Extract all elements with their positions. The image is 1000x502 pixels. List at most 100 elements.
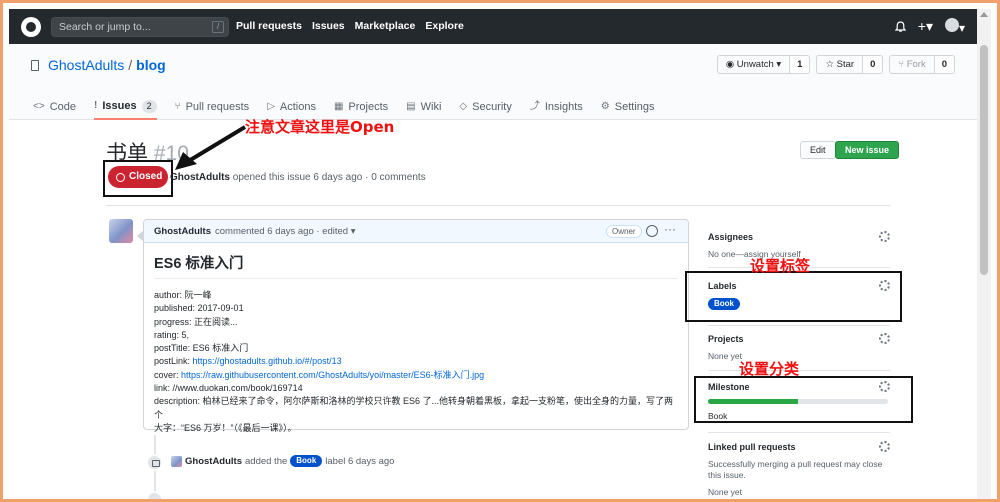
tab-wiki-label: Wiki xyxy=(420,101,442,113)
timeline-next-badge xyxy=(146,491,163,499)
line-cover: cover: https://raw.githubusercontent.com… xyxy=(154,369,678,382)
fork-label[interactable]: ⑂ Fork xyxy=(889,55,935,74)
line-link: link: //www.duokan.com/book/169714 xyxy=(154,383,303,394)
tab-insights[interactable]: ⤴ Insights xyxy=(530,94,583,120)
new-issue-button[interactable]: New issue xyxy=(835,141,900,159)
gear-icon: ⚙ xyxy=(600,101,610,112)
line-description-cont: 大字：“ES6 万岁！”（《最后一课》）。 xyxy=(154,422,297,433)
nav-marketplace[interactable]: Marketplace xyxy=(355,9,416,44)
event-actor-link[interactable]: GhostAdults xyxy=(185,456,242,467)
header-actions: +▾ ▾ xyxy=(894,9,965,44)
comment-lines: author: 阮一峰 published: 2017-09-01 progre… xyxy=(154,289,678,435)
nav-pull-requests[interactable]: Pull requests xyxy=(236,9,302,44)
tab-settings[interactable]: ⚙ Settings xyxy=(601,94,655,120)
comment-body: ES6 标准入门 author: 阮一峰 published: 2017-09-… xyxy=(144,243,688,444)
line-post-link: postLink: https://ghostadults.github.io/… xyxy=(154,355,678,368)
git-pull-request-icon: ⑂ xyxy=(174,101,181,112)
issue-meta-text: opened this issue 6 days ago · 0 comment… xyxy=(232,172,426,183)
github-logo-icon[interactable] xyxy=(21,17,41,37)
watch-label[interactable]: ◉ Unwatch ▾ xyxy=(716,55,791,74)
sidebar-divider xyxy=(708,325,890,326)
line-published: published: 2017-09-01 xyxy=(154,303,244,314)
tag-icon xyxy=(146,454,163,471)
repo-icon xyxy=(31,59,39,71)
scroll-up-icon[interactable] xyxy=(980,12,988,17)
tab-pull-requests-label: Pull requests xyxy=(185,101,250,113)
graph-icon: ⤴ xyxy=(529,101,540,112)
issue-opened-icon: ! xyxy=(93,100,98,111)
event-label-pill[interactable]: Book xyxy=(290,455,323,467)
cover-url[interactable]: https://raw.githubusercontent.com/GhostA… xyxy=(181,370,484,380)
tab-insights-label: Insights xyxy=(544,101,583,113)
event-actor-avatar[interactable] xyxy=(171,456,182,467)
sidebar-linked-prs: Linked pull requests Successfully mergin… xyxy=(708,441,890,498)
star-label[interactable]: ☆ Star xyxy=(816,55,864,74)
issue-comment: GhostAdults commented 6 days ago · edite… xyxy=(137,219,689,433)
tab-code[interactable]: <> Code xyxy=(33,94,76,120)
github-header: Search or jump to... / Pull requests Iss… xyxy=(9,9,977,44)
repo-name-link[interactable]: blog xyxy=(136,57,166,73)
shield-icon: ◇ xyxy=(459,101,468,112)
tab-issues[interactable]: ! Issues 2 xyxy=(93,94,157,120)
line-post-title: postTitle: ES6 标准入门 xyxy=(154,343,249,354)
repo-actions: ◉ Unwatch ▾ 1 ☆ Star 0 ⑂ Fork 0 xyxy=(716,55,955,74)
tab-security[interactable]: ◇ Security xyxy=(459,94,511,120)
tab-actions-label: Actions xyxy=(279,101,316,113)
owner-badge: Owner xyxy=(606,225,642,238)
play-icon: ▷ xyxy=(267,101,275,112)
search-input[interactable]: Search or jump to... / xyxy=(51,17,229,37)
nav-issues[interactable]: Issues xyxy=(312,9,345,44)
milestone-highlight-box xyxy=(694,376,913,423)
header-divider xyxy=(106,205,890,206)
annotation-arrow-icon xyxy=(175,125,247,170)
fork-count[interactable]: 0 xyxy=(934,55,955,74)
user-avatar-icon xyxy=(944,18,959,32)
tab-security-label: Security xyxy=(472,101,512,113)
tab-pull-requests[interactable]: ⑂ Pull requests xyxy=(175,94,250,120)
smiley-icon[interactable] xyxy=(646,225,658,237)
kebab-horizontal-icon[interactable]: ··· xyxy=(664,222,676,236)
repo-owner-link[interactable]: GhostAdults xyxy=(48,57,124,73)
repo-header: GhostAdults / blog ◉ Unwatch ▾ 1 ☆ Star … xyxy=(9,44,977,120)
code-icon: <> xyxy=(33,101,45,112)
annotation-milestone-note: 设置分类 xyxy=(739,360,800,378)
linked-prs-title: Linked pull requests xyxy=(708,442,796,452)
book-icon: ▤ xyxy=(406,101,416,112)
state-highlight-box xyxy=(103,160,173,197)
line-description: description: 柏林已经来了命令，阿尔萨斯和洛林的学校只许教 ES6 … xyxy=(154,396,674,420)
bell-icon[interactable] xyxy=(894,20,906,33)
page-scrollbar[interactable] xyxy=(977,9,991,499)
line-rating: rating: 5, xyxy=(154,329,190,340)
tab-wiki[interactable]: ▤ Wiki xyxy=(406,94,441,120)
issues-counter: 2 xyxy=(141,99,157,113)
plus-icon[interactable]: +▾ xyxy=(918,18,933,35)
sidebar-divider xyxy=(708,432,890,433)
watch-button[interactable]: ◉ Unwatch ▾ 1 xyxy=(716,55,811,74)
linked-prs-gear-icon[interactable] xyxy=(879,441,890,452)
tab-settings-label: Settings xyxy=(614,101,655,113)
post-link-key: postLink: xyxy=(154,356,193,367)
edit-button[interactable]: Edit xyxy=(800,141,836,159)
tab-code-label: Code xyxy=(49,101,76,113)
star-button[interactable]: ☆ Star 0 xyxy=(816,55,884,74)
watch-count[interactable]: 1 xyxy=(790,55,811,74)
assignees-gear-icon[interactable] xyxy=(879,231,890,242)
tab-issues-label: Issues xyxy=(102,100,137,112)
scrollbar-thumb[interactable] xyxy=(980,45,988,275)
comment-author-avatar[interactable] xyxy=(109,219,133,243)
fork-button[interactable]: ⑂ Fork 0 xyxy=(889,55,955,74)
event-suffix[interactable]: label 6 days ago xyxy=(325,456,394,467)
screenshot-frame: Search or jump to... / Pull requests Iss… xyxy=(0,0,1000,502)
projects-gear-icon[interactable] xyxy=(879,333,890,344)
post-link-url[interactable]: https://ghostadults.github.io/#/post/13 xyxy=(193,356,342,366)
line-progress: progress: 正在阅读... xyxy=(154,316,238,327)
nav-explore[interactable]: Explore xyxy=(425,9,464,44)
comment-meta[interactable]: commented 6 days ago · edited ▾ xyxy=(215,226,356,237)
star-count[interactable]: 0 xyxy=(863,55,884,74)
star-icon: ☆ xyxy=(825,59,837,70)
avatar-menu[interactable]: ▾ xyxy=(944,18,965,35)
labels-highlight-box xyxy=(685,271,902,322)
comment-author-link[interactable]: GhostAdults xyxy=(154,226,211,237)
repo-title: GhostAdults / blog xyxy=(31,57,166,73)
top-nav: Pull requests Issues Marketplace Explore xyxy=(236,9,464,44)
